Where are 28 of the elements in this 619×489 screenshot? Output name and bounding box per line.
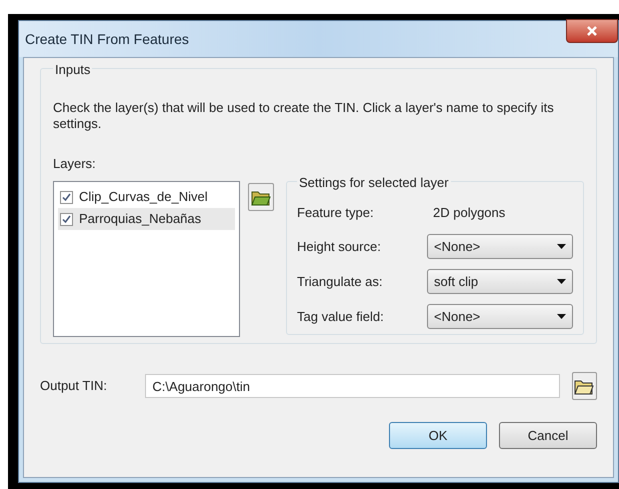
feature-type-value: 2D polygons — [433, 204, 506, 222]
field-label: Triangulate as: — [297, 272, 384, 291]
layer-name: Clip_Curvas_de_Nivel — [79, 188, 208, 206]
layers-label: Layers: — [53, 154, 97, 173]
add-layer-button[interactable] — [248, 183, 274, 211]
layer-item[interactable]: Parroquias_Nebañas — [58, 208, 236, 230]
browse-button[interactable] — [572, 372, 597, 400]
field-label: Height source: — [297, 238, 382, 256]
description-text: Check the layer(s) that will be used to create the TIN. Click a layer's name to specify its settings. — [53, 100, 555, 132]
layer-checkbox[interactable] — [60, 190, 73, 204]
layer-name: Parroquias_Nebañas — [79, 210, 202, 228]
dropdown-arrow-icon — [557, 279, 566, 284]
layer-checkbox[interactable] — [60, 212, 73, 226]
window-title: Create TIN From Features — [25, 30, 189, 48]
cancel-button[interactable]: Cancel — [499, 422, 597, 449]
dropdown[interactable]: soft clip — [427, 269, 573, 294]
field-label: Tag value field: — [297, 308, 385, 326]
close-icon — [586, 25, 598, 37]
dropdown-arrow-icon — [557, 314, 566, 319]
close-button[interactable] — [566, 19, 618, 43]
feature-type-label: Feature type: — [297, 204, 375, 222]
dropdown-arrow-icon — [557, 244, 566, 249]
ok-button[interactable]: OK — [389, 422, 487, 449]
output-tin-field[interactable]: C:\Aguarongo\tin — [145, 374, 560, 398]
output-tin-label: Output TIN: — [40, 377, 108, 396]
dropdown[interactable]: <None> — [427, 304, 573, 329]
layer-item[interactable]: Clip_Curvas_de_Nivel — [58, 186, 236, 208]
dropdown[interactable]: <None> — [427, 234, 573, 259]
